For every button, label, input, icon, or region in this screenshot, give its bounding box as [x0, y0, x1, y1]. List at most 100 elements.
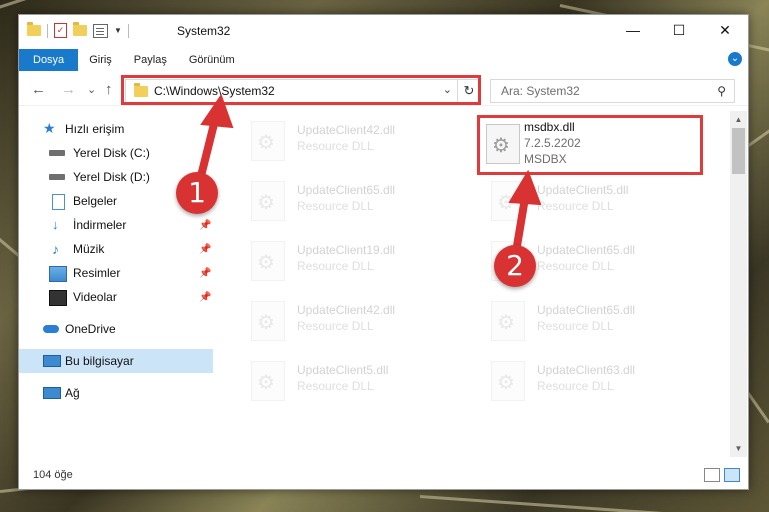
ribbon-expand-icon[interactable]: ⌄ [728, 52, 742, 66]
sidebar-item-quick-access[interactable]: ★ Hızlı erişim [19, 117, 213, 141]
file-item[interactable]: UpdateClient19.dll Resource DLL [241, 235, 461, 289]
properties-icon[interactable] [93, 23, 108, 38]
quick-access-toolbar: ✓ ▼ [27, 22, 129, 38]
scroll-up-icon[interactable]: ▲ [730, 111, 747, 128]
pin-icon[interactable]: 📌 [199, 244, 211, 255]
customize-toolbar-icon[interactable]: ▼ [114, 26, 122, 35]
computer-icon [43, 355, 61, 367]
pin-icon[interactable]: 📌 [199, 292, 211, 303]
file-item[interactable]: UpdateClient42.dll Resource DLL [241, 295, 461, 349]
large-icons-view-icon[interactable] [724, 468, 740, 482]
file-type: Resource DLL [537, 319, 614, 333]
maximize-button[interactable]: ☐ [656, 15, 702, 45]
scrollbar-thumb[interactable] [732, 128, 745, 174]
file-item[interactable]: UpdateClient65.dll Resource DLL [241, 175, 461, 229]
status-bar: 104 öğe [19, 463, 748, 487]
toolbar-divider [47, 23, 48, 38]
file-version: 7.2.5.2202 [524, 136, 581, 150]
sidebar-item-label: Hızlı erişim [65, 122, 125, 136]
search-placeholder[interactable]: Ara: System32 [501, 84, 580, 98]
file-description: MSDBX [524, 152, 567, 166]
file-explorer-window: ✓ ▼ System32 — ☐ ✕ Dosya Giriş Paylaş Gö… [18, 14, 749, 490]
file-name: UpdateClient42.dll [297, 123, 396, 137]
toolbar-divider [127, 23, 129, 38]
new-folder-icon[interactable] [73, 22, 87, 36]
file-type: Resource DLL [297, 319, 374, 333]
file-item-msdbx-dll[interactable]: msdbx.dll 7.2.5.2202 MSDBX [477, 115, 703, 175]
file-name: UpdateClient65.dll [297, 183, 396, 197]
file-name: UpdateClient42.dll [297, 303, 396, 317]
sidebar-item-label: Bu bilgisayar [65, 354, 134, 368]
sidebar-item-label: İndirmeler [73, 218, 127, 232]
search-icon[interactable]: ⚲ [717, 84, 726, 98]
file-item[interactable]: UpdateClient42.dll Resource DLL [241, 115, 461, 169]
properties-check-icon[interactable]: ✓ [54, 23, 67, 38]
file-name: UpdateClient65.dll [537, 303, 636, 317]
file-item[interactable]: UpdateClient5.dll Resource DLL [241, 355, 461, 409]
sidebar-item-network[interactable]: Ağ [19, 381, 213, 405]
minimize-button[interactable]: — [610, 15, 656, 45]
address-highlight-box [121, 75, 481, 105]
file-item[interactable]: UpdateClient63.dll Resource DLL [481, 355, 701, 409]
step-1-badge: 1 [176, 172, 218, 214]
view-switcher [704, 468, 740, 482]
file-type: Resource DLL [297, 259, 374, 273]
back-arrow-icon[interactable]: ← [31, 81, 46, 98]
sidebar-item-music[interactable]: ♪ Müzik 📌 [19, 237, 213, 261]
sidebar-item-label: Belgeler [73, 194, 118, 208]
document-icon [52, 194, 65, 210]
folder-icon [27, 22, 41, 36]
file-item[interactable]: UpdateClient5.dll Resource DLL [481, 175, 701, 229]
tab-dosya[interactable]: Dosya [19, 49, 79, 71]
title-bar: ✓ ▼ System32 — ☐ ✕ [19, 15, 748, 47]
navigation-bar: ← → ⌄ ↑ C:\Windows\System32 ⌄ ↻ Ara: Sys… [19, 75, 748, 106]
file-type: Resource DLL [297, 379, 374, 393]
dll-file-icon [491, 361, 525, 401]
sidebar-item-drive-c[interactable]: Yerel Disk (C:) [19, 141, 213, 165]
cloud-icon [43, 325, 59, 333]
file-type: Resource DLL [537, 199, 614, 213]
file-type: Resource DLL [297, 139, 374, 153]
tab-giris[interactable]: Giriş [78, 49, 123, 71]
pin-icon[interactable]: 📌 [199, 220, 211, 231]
tab-gorunum[interactable]: Görünüm [178, 49, 246, 71]
dll-file-icon [491, 301, 525, 341]
drive-icon [49, 150, 65, 156]
scroll-down-icon[interactable]: ▼ [730, 440, 747, 457]
sidebar-item-pictures[interactable]: Resimler 📌 [19, 261, 213, 285]
pin-icon[interactable]: 📌 [199, 268, 211, 279]
vertical-scrollbar[interactable]: ▲ ▼ [730, 111, 747, 457]
sidebar-item-downloads[interactable]: ↓ İndirmeler 📌 [19, 213, 213, 237]
dll-file-icon [251, 241, 285, 281]
recent-locations-icon[interactable]: ⌄ [87, 83, 96, 96]
tab-paylas[interactable]: Paylaş [123, 49, 178, 71]
sidebar-item-label: Videolar [73, 290, 117, 304]
dll-file-icon [251, 361, 285, 401]
star-icon: ★ [43, 120, 56, 136]
sidebar-item-label: OneDrive [65, 322, 116, 336]
navigation-pane: ★ Hızlı erişim Yerel Disk (C:) Yerel Dis… [19, 111, 213, 457]
forward-arrow-icon[interactable]: → [61, 81, 76, 98]
ribbon-tabs: Dosya Giriş Paylaş Görünüm ⌄ [19, 49, 748, 71]
pictures-icon [49, 266, 67, 282]
music-icon: ♪ [52, 241, 59, 257]
file-name: UpdateClient5.dll [297, 363, 389, 377]
file-item[interactable]: UpdateClient65.dll Resource DLL [481, 295, 701, 349]
details-view-icon[interactable] [704, 468, 720, 482]
caption-buttons: — ☐ ✕ [610, 15, 748, 45]
sidebar-item-onedrive[interactable]: OneDrive [19, 317, 213, 341]
sidebar-item-label: Ağ [65, 386, 80, 400]
file-name: UpdateClient19.dll [297, 243, 396, 257]
sidebar-item-videos[interactable]: Videolar 📌 [19, 285, 213, 309]
download-icon: ↓ [52, 217, 59, 232]
up-arrow-icon[interactable]: ↑ [105, 81, 113, 98]
sidebar-item-label: Yerel Disk (D:) [73, 170, 150, 184]
dll-file-icon [251, 121, 285, 161]
dll-file-icon [251, 181, 285, 221]
file-type: Resource DLL [537, 259, 614, 273]
drive-icon [49, 174, 65, 180]
close-button[interactable]: ✕ [702, 15, 748, 45]
file-name: UpdateClient5.dll [537, 183, 629, 197]
sidebar-item-this-pc[interactable]: Bu bilgisayar [19, 349, 213, 373]
search-box[interactable]: Ara: System32 ⚲ [490, 79, 735, 103]
